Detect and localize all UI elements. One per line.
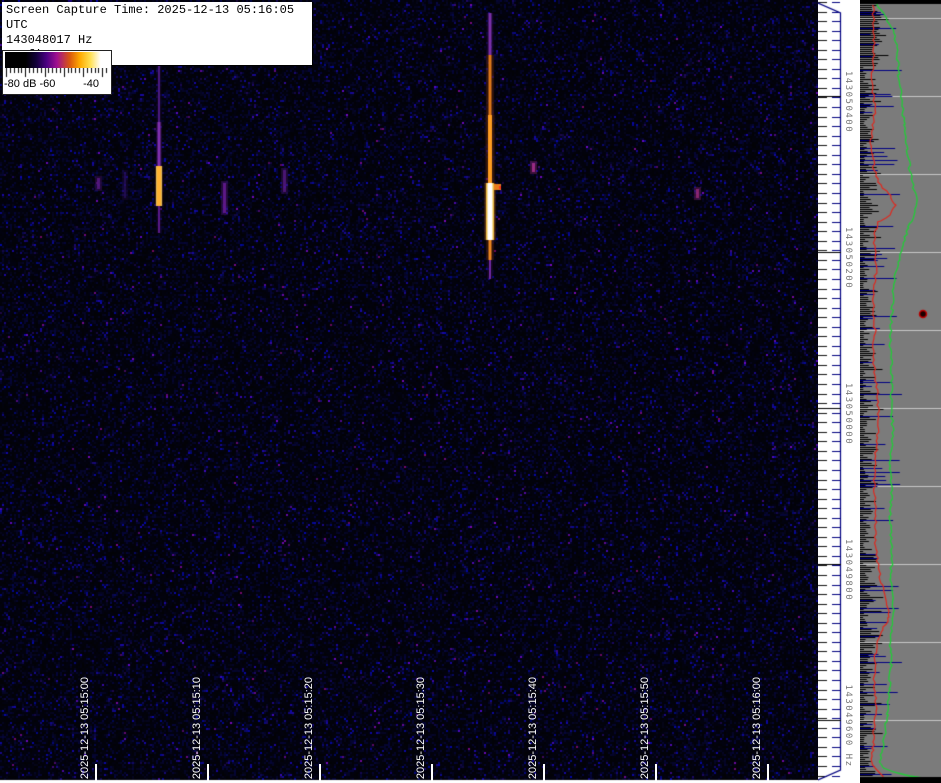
capture-time-text: Screen Capture Time: 2025-12-13 05:16:05… [6,3,312,33]
frequency-axis-ruler [818,0,860,783]
freq-tick-label: 143049800 [843,539,853,601]
legend-ruler-ticks [5,68,109,78]
freq-tick-label: 143050200 [843,227,853,289]
spectrum-panel-canvas [860,0,941,783]
legend-max-label: -40 [83,78,99,90]
waterfall-spectrogram [0,0,818,783]
color-gradient-bar [5,52,109,68]
color-scale-legend: -80 dB -60 -40 [2,50,112,95]
freq-tick-label: 143050000 [843,383,853,445]
legend-min-label: -80 dB -60 [4,78,55,90]
legend-labels: -80 dB -60 -40 [3,78,111,90]
freq-tick-label: 143049600 Hz [843,684,853,767]
center-frequency-text: 143048017 Hz [6,33,312,48]
spectrum-side-panel [860,0,941,783]
freq-tick-label: 143050400 [843,71,853,133]
app-window: 2025-12-13 05:15:002025-12-13 05:15:1020… [0,0,941,783]
frequency-axis: 143050400 143050200 143050000 143049800 1430… [818,0,860,783]
